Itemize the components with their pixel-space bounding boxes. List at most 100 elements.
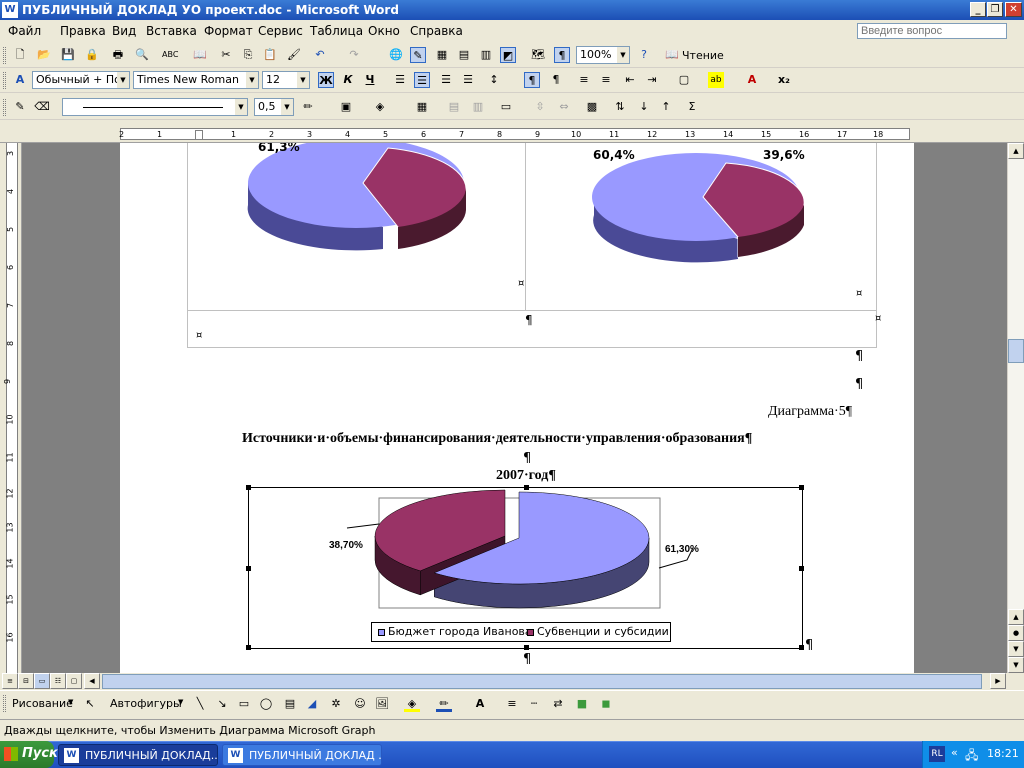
format-painter-icon[interactable]: 🖌 (286, 47, 302, 63)
scroll-thumb[interactable] (102, 674, 982, 689)
numbering-icon[interactable]: ≡ (576, 72, 592, 88)
upper-right-pie[interactable] (588, 153, 818, 263)
autosum-button[interactable]: Σ (684, 99, 700, 115)
sort-descending-icon[interactable]: ↑ (658, 99, 674, 115)
zoom-select[interactable]: 100% ▼ (576, 46, 630, 64)
columns-icon[interactable]: ▥ (478, 47, 494, 63)
chevron-down-icon[interactable]: ▼ (68, 698, 73, 706)
chevron-down-icon[interactable]: ▼ (178, 698, 183, 706)
font-color-icon[interactable]: A (744, 72, 760, 88)
word-app-icon[interactable]: W (2, 2, 18, 18)
distribute-rows-icon[interactable]: ⇳ (532, 99, 548, 115)
restore-button[interactable]: ❐ (987, 2, 1003, 17)
line-color-icon[interactable]: ✏ (436, 696, 452, 712)
document-map-icon[interactable]: 🗺 (530, 47, 546, 63)
font-size-select[interactable]: 12 ▼ (262, 71, 310, 89)
text-direction-icon[interactable]: ⇅ (612, 99, 628, 115)
reading-view-icon[interactable]: ▢ (66, 673, 82, 689)
line-weight-select[interactable]: 0,5 ▼ (254, 98, 294, 116)
select-browse-object-icon[interactable]: ● (1008, 625, 1024, 641)
wordart-icon[interactable]: ◢ (304, 696, 320, 712)
menu-table[interactable]: Таблица (310, 24, 363, 38)
drawing-icon[interactable]: ◩ (500, 47, 516, 63)
scroll-down-icon[interactable]: ▼ (1008, 657, 1024, 673)
show-hide-pilcrow-icon[interactable]: ¶ (554, 47, 570, 63)
outline-view-icon[interactable]: ☷ (50, 673, 66, 689)
underline-button[interactable]: Ч (362, 72, 378, 88)
new-document-icon[interactable]: 🗋 (12, 47, 28, 63)
toolbar-grip[interactable] (3, 47, 6, 64)
menu-view[interactable]: Вид (112, 24, 136, 38)
line-style-icon[interactable]: ≡ (504, 696, 520, 712)
split-cells-icon[interactable]: ▥ (470, 99, 486, 115)
toolbar-grip[interactable] (3, 72, 6, 89)
scroll-right-icon[interactable]: ▶ (990, 673, 1006, 689)
insert-excel-icon[interactable]: ▤ (456, 47, 472, 63)
align-center-icon[interactable]: ☰ (414, 72, 430, 88)
menu-window[interactable]: Окно (368, 24, 400, 38)
bullets-icon[interactable]: ≡ (598, 72, 614, 88)
tables-borders-icon[interactable]: ✎ (410, 47, 426, 63)
network-icon[interactable]: 🖧 (965, 746, 978, 767)
indent-marker[interactable] (195, 130, 203, 140)
arrow-icon[interactable]: ↘ (214, 696, 230, 712)
vertical-scrollbar[interactable]: ▲ ▲ ● ▼ ▼ (1007, 143, 1024, 673)
menu-file[interactable]: Файл (8, 24, 41, 38)
start-button[interactable]: Пуск (0, 741, 58, 768)
menu-help[interactable]: Справка (410, 24, 463, 38)
hyperlink-icon[interactable]: 🌐 (388, 47, 404, 63)
shadow-style-icon[interactable]: ■ (574, 696, 590, 712)
ask-question-input[interactable] (857, 23, 1007, 39)
line-icon[interactable]: ╲ (192, 696, 208, 712)
scroll-up-icon[interactable]: ▲ (1008, 609, 1024, 625)
menu-tools[interactable]: Сервис (258, 24, 303, 38)
print-layout-icon[interactable]: ▭ (34, 673, 50, 689)
research-icon[interactable]: 📖 (192, 47, 208, 63)
diagram-icon[interactable]: ✲ (328, 696, 344, 712)
minimize-button[interactable]: _ (970, 2, 986, 17)
normal-view-icon[interactable]: ≡ (2, 673, 18, 689)
distribute-columns-icon[interactable]: ⇔ (556, 99, 572, 115)
scroll-up-icon[interactable]: ▲ (1008, 143, 1024, 159)
cell-align-icon[interactable]: ▭ (498, 99, 514, 115)
open-folder-icon[interactable]: 📂 (36, 47, 52, 63)
upper-left-pie[interactable] (238, 143, 478, 258)
insert-table-icon[interactable]: ▦ (414, 99, 430, 115)
decrease-indent-icon[interactable]: ⇤ (622, 72, 638, 88)
reading-layout-icon[interactable]: 📖 (664, 47, 680, 63)
insert-table-icon[interactable]: ▦ (434, 47, 450, 63)
toolbar-grip[interactable] (3, 695, 6, 712)
subscript-button[interactable]: x₂ (776, 72, 792, 88)
align-left-icon[interactable]: ☰ (392, 72, 408, 88)
draw-table-icon[interactable]: ✎ (12, 99, 28, 115)
scroll-left-icon[interactable]: ◀ (84, 673, 100, 689)
font-select[interactable]: Times New Roman ▼ (133, 71, 259, 89)
reading-mode-label[interactable]: Чтение (682, 49, 724, 62)
border-color-icon[interactable]: ✏ (300, 99, 316, 115)
print-preview-icon[interactable]: 🔍 (134, 47, 150, 63)
toolbar-grip[interactable] (3, 99, 6, 116)
bold-button[interactable]: Ж (318, 72, 334, 88)
sort-ascending-icon[interactable]: ↓ (636, 99, 652, 115)
line-style-select[interactable]: ▼ (62, 98, 248, 116)
redo-icon[interactable]: ↷ (346, 47, 362, 63)
permission-icon[interactable]: 🔒 (84, 47, 100, 63)
undo-icon[interactable]: ↶ (312, 47, 328, 63)
line-spacing-icon[interactable]: ↕ (486, 72, 502, 88)
document-area[interactable]: 61,3% 60,4% 39,6% ¤ ¤ ¶ ¤ ¤ ¶ ¶ Диаграмм… (22, 143, 1007, 673)
arrow-style-icon[interactable]: ⇄ (550, 696, 566, 712)
merge-cells-icon[interactable]: ▤ (446, 99, 462, 115)
document-page[interactable]: 61,3% 60,4% 39,6% ¤ ¤ ¶ ¤ ¤ ¶ ¶ Диаграмм… (120, 143, 914, 673)
text-box-icon[interactable]: ▤ (282, 696, 298, 712)
vertical-ruler-scale[interactable]: 3 4 5 6 7 8 9 10 11 12 13 14 15 16 (3, 143, 18, 673)
font-color-icon[interactable]: A (472, 696, 488, 712)
highlight-icon[interactable]: ab (708, 72, 724, 88)
align-right-icon[interactable]: ☰ (438, 72, 454, 88)
3d-style-icon[interactable]: ◼ (598, 696, 614, 712)
horizontal-ruler-scale[interactable]: 2 1 1 2 3 4 5 6 7 8 9 10 11 12 13 14 15 … (119, 128, 910, 140)
taskbar-item[interactable]: W ПУБЛИЧНЫЙ ДОКЛАД ... (222, 744, 382, 766)
chevron-left-icon[interactable]: « (951, 746, 958, 759)
help-icon[interactable]: ? (636, 47, 652, 63)
justify-icon[interactable]: ☰ (460, 72, 476, 88)
rtl-icon[interactable]: ¶ (548, 72, 564, 88)
